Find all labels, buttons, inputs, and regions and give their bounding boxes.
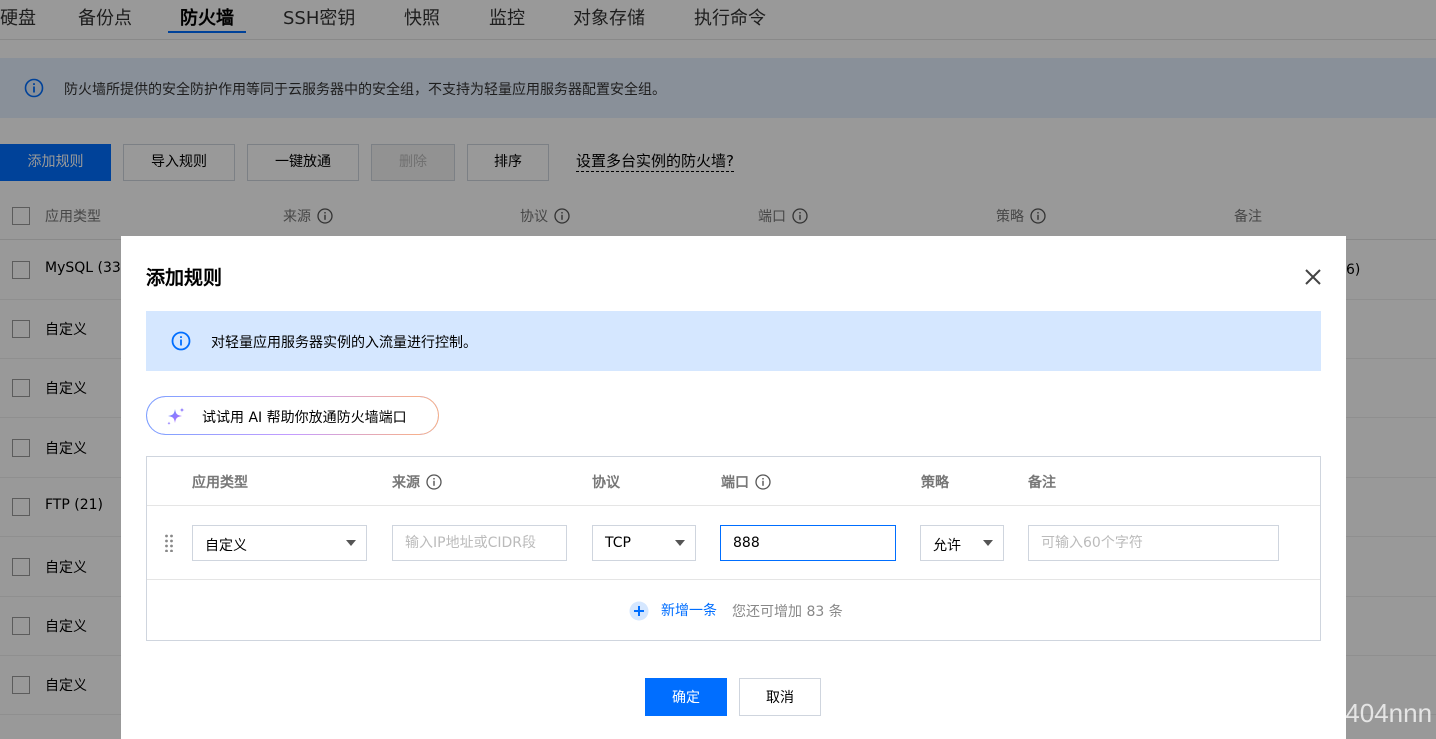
app-type-select[interactable]: 自定义 — [192, 525, 367, 561]
source-input[interactable] — [392, 525, 567, 561]
header-port: 端口 — [721, 472, 771, 492]
add-rule-dialog: 添加规则 对轻量应用服务器实例的入流量进行控制。 试试用 AI 帮助你放通防火墙… — [121, 236, 1346, 739]
header-remark: 备注 — [1028, 475, 1056, 491]
drag-handle-icon[interactable] — [164, 534, 174, 552]
policy-value: 允许 — [933, 538, 961, 554]
cancel-button[interactable]: 取消 — [739, 678, 821, 716]
header-policy: 策略 — [921, 475, 949, 491]
sparkle-icon — [167, 407, 185, 426]
info-icon[interactable] — [426, 474, 442, 490]
app-type-value: 自定义 — [205, 538, 247, 554]
info-icon[interactable] — [755, 474, 771, 490]
close-icon[interactable] — [1304, 268, 1322, 286]
add-row-area: 新增一条 您还可增加 83 条 — [147, 580, 1320, 640]
dialog-title: 添加规则 — [146, 267, 223, 289]
rules-table: 应用类型 来源 协议 端口 策略 备注 自定义 TCP — [146, 456, 1321, 641]
caret-down-icon — [675, 540, 685, 546]
protocol-select[interactable]: TCP — [592, 525, 696, 561]
info-icon — [171, 331, 191, 351]
plus-circle-icon[interactable] — [629, 601, 649, 621]
header-app-type: 应用类型 — [192, 475, 248, 491]
add-row-link[interactable]: 新增一条 — [661, 600, 717, 620]
rule-row: 自定义 TCP 允许 — [147, 506, 1320, 580]
remark-input[interactable] — [1028, 525, 1279, 561]
dialog-notice-text: 对轻量应用服务器实例的入流量进行控制。 — [211, 335, 477, 351]
dialog-notice: 对轻量应用服务器实例的入流量进行控制。 — [146, 311, 1321, 371]
port-input[interactable] — [720, 525, 896, 561]
caret-down-icon — [983, 540, 993, 546]
watermark: CSDN @404nnn — [1238, 698, 1433, 728]
ai-assist-button[interactable]: 试试用 AI 帮助你放通防火墙端口 — [146, 396, 439, 435]
policy-select[interactable]: 允许 — [920, 525, 1004, 561]
rules-table-header: 应用类型 来源 协议 端口 策略 备注 — [147, 457, 1320, 506]
add-row-remaining: 您还可增加 83 条 — [732, 604, 843, 620]
confirm-button[interactable]: 确定 — [645, 678, 727, 716]
protocol-value: TCP — [605, 535, 631, 551]
ai-assist-label: 试试用 AI 帮助你放通防火墙端口 — [202, 410, 407, 426]
caret-down-icon — [346, 540, 356, 546]
header-protocol: 协议 — [592, 475, 620, 491]
header-source: 来源 — [392, 472, 442, 492]
